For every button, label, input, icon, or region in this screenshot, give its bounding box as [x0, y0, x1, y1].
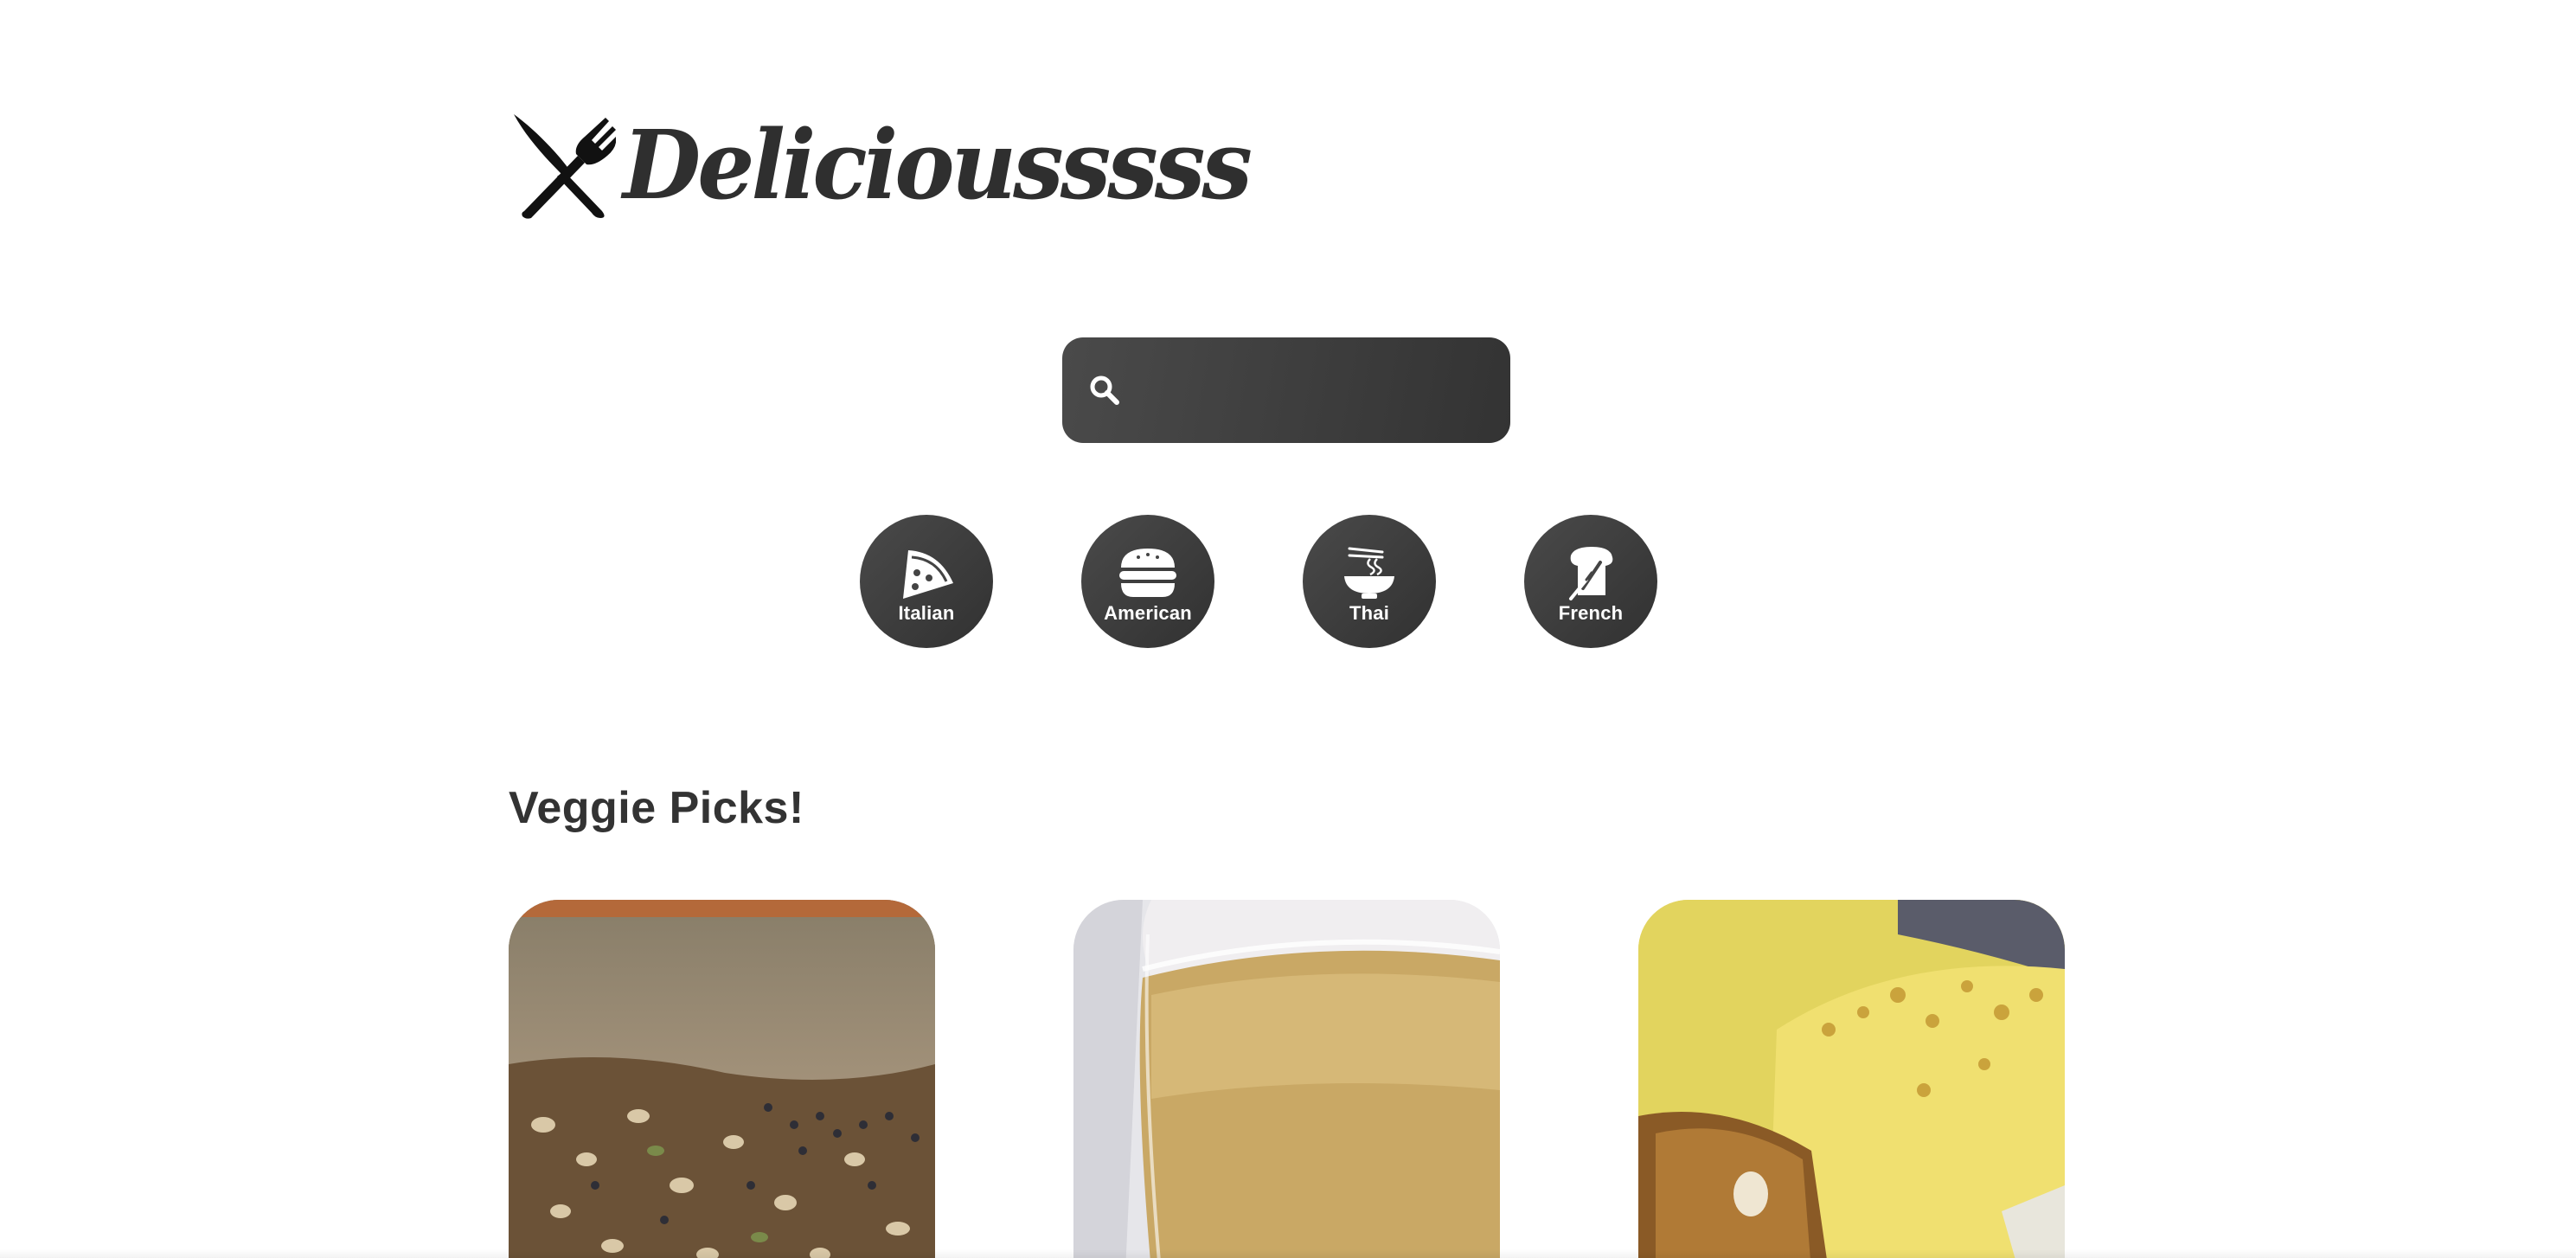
- cuisine-label: Thai: [1349, 602, 1390, 624]
- search-bar[interactable]: [1062, 337, 1510, 443]
- pizza-slice-icon: [903, 550, 953, 599]
- page: Deliciousssss Italian American Thai Fren…: [0, 0, 2576, 1258]
- section-title: Veggie Picks!: [509, 783, 804, 833]
- cuisine-label: French: [1558, 602, 1624, 624]
- noodle-bowl-icon: [1344, 547, 1394, 599]
- brand-name: Deliciousssss: [623, 108, 1253, 221]
- cuisine-list: Italian American Thai French: [860, 515, 1657, 648]
- recipe-card[interactable]: [509, 900, 935, 1258]
- bread-toast-icon: [1569, 547, 1613, 600]
- cuisine-italian-button[interactable]: Italian: [860, 515, 993, 648]
- cuisine-thai-button[interactable]: Thai: [1303, 515, 1436, 648]
- search-icon: [1090, 375, 1119, 405]
- brand-logo[interactable]: Deliciousssss: [509, 108, 1253, 221]
- recipe-card[interactable]: [1073, 900, 1500, 1258]
- hamburger-icon: [1119, 549, 1176, 597]
- cuisine-label: Italian: [898, 602, 955, 624]
- bottom-shadow: [0, 1249, 2576, 1258]
- seeded-bread-photo: [509, 900, 935, 1258]
- crossed-knife-fork-icon: [514, 114, 616, 219]
- recipe-card[interactable]: [1638, 900, 2065, 1258]
- cuisine-french-button[interactable]: French: [1524, 515, 1657, 648]
- cuisine-label: American: [1104, 602, 1192, 624]
- veggie-cards: [509, 900, 2065, 1258]
- yellow-smoothie-photo: [1073, 900, 1500, 1258]
- cuisine-american-button[interactable]: American: [1081, 515, 1214, 648]
- lemon-cake-photo: [1638, 900, 2065, 1258]
- search-input[interactable]: [1142, 337, 1510, 443]
